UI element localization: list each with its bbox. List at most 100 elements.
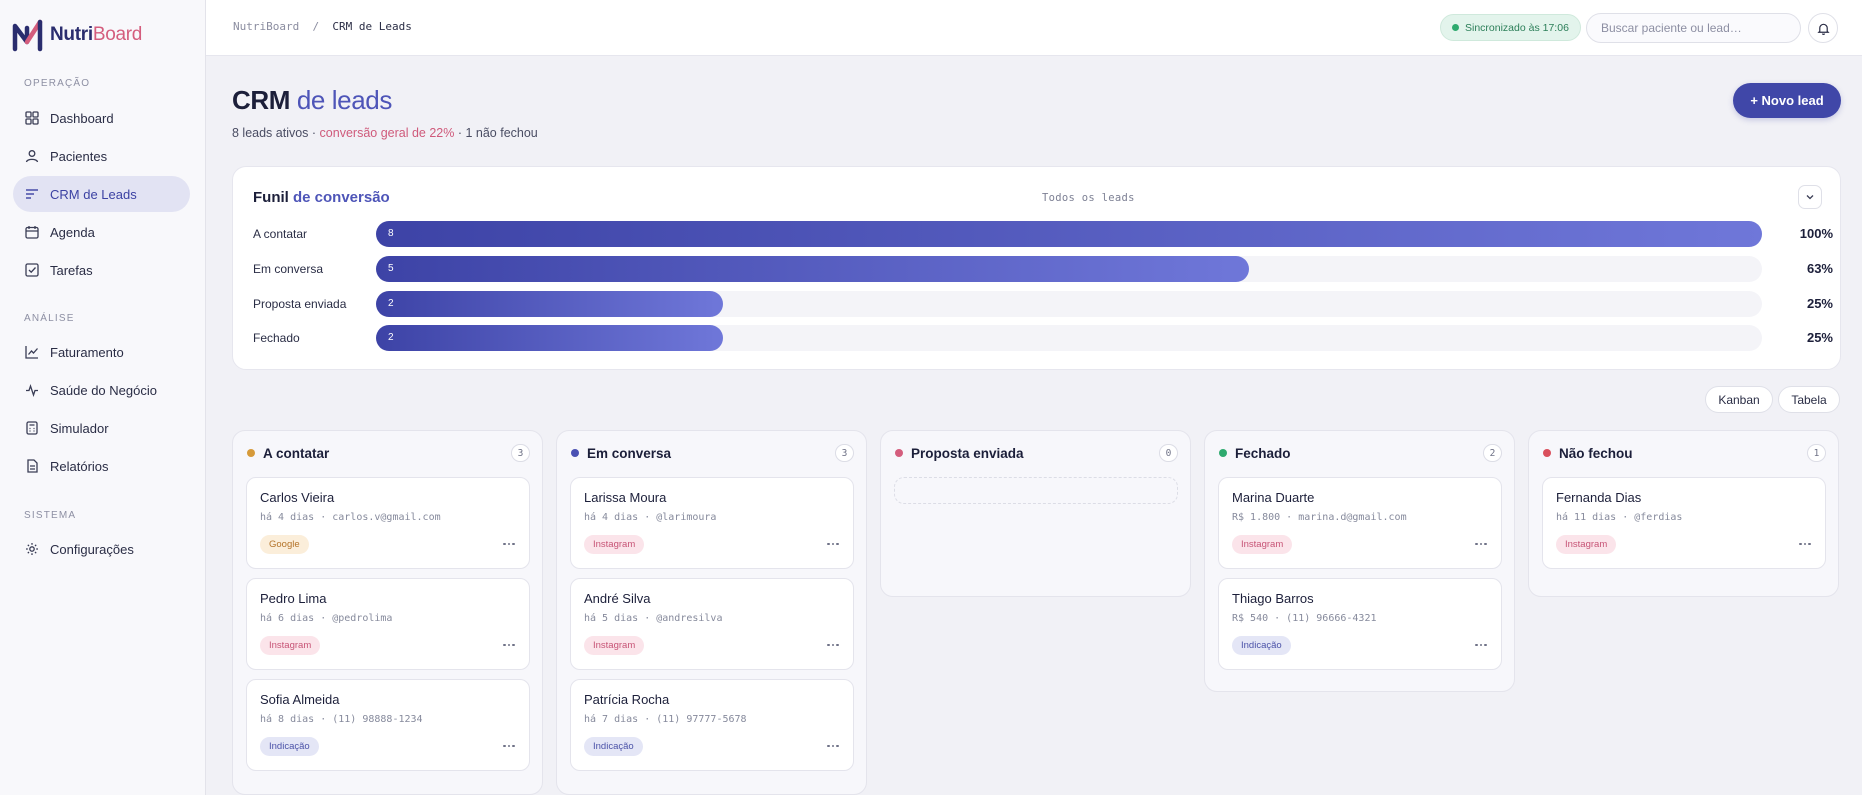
lead-card[interactable]: Fernanda Dias há 11 dias · @ferdias Inst… (1542, 477, 1826, 569)
column-count-badge: 3 (835, 444, 854, 462)
more-options-icon[interactable] (1473, 538, 1489, 550)
lead-meta: R$ 1.800 · marina.d@gmail.com (1232, 512, 1407, 523)
sidebar-item-label: Saúde do Negócio (50, 382, 157, 398)
more-options-icon[interactable] (1473, 639, 1489, 651)
view-kanban-button[interactable]: Kanban (1705, 386, 1773, 413)
sidebar-item-label: Relatórios (50, 458, 109, 474)
column-title: Não fechou (1559, 445, 1633, 461)
funnel-stage-row: Em conversa 5 63% (253, 256, 1833, 282)
lead-name: Larissa Moura (584, 490, 667, 505)
funnel-stage-percent: 63% (1806, 261, 1833, 276)
funnel-stage-bar: 5 (376, 256, 1250, 282)
breadcrumb-separator: / (312, 20, 320, 33)
user-icon (24, 149, 39, 164)
lead-card[interactable]: Patrícia Rocha há 7 dias · (11) 97777-56… (570, 679, 854, 771)
sidebar-item-relatorios[interactable]: Relatórios (13, 448, 190, 484)
more-options-icon[interactable] (825, 740, 841, 752)
more-options-icon[interactable] (1797, 538, 1813, 550)
column-status-dot (895, 449, 903, 457)
calculator-icon (24, 421, 39, 436)
lead-source-badge: Indicação (1232, 636, 1291, 655)
kanban-column-em-conversa: Em conversa 3 Larissa Moura há 4 dias · … (556, 430, 867, 795)
funnel-stage-percent: 25% (1806, 296, 1833, 311)
sidebar-item-dashboard[interactable]: Dashboard (13, 100, 190, 136)
lead-name: Pedro Lima (260, 591, 327, 606)
sidebar-item-crm-de-leads[interactable]: CRM de Leads (13, 176, 190, 212)
funnel-stage-track: 2 (376, 325, 1762, 351)
funnel-stage-bar: 2 (376, 325, 723, 351)
chevron-down-icon (1806, 195, 1814, 200)
funnel-stage-label: Fechado (253, 331, 300, 345)
lead-meta: R$ 540 · (11) 96666-4321 (1232, 613, 1377, 624)
sidebar-item-configuracoes[interactable]: Configurações (13, 531, 190, 567)
lead-card[interactable]: André Silva há 5 dias · @andresilva Inst… (570, 578, 854, 670)
lead-meta: há 5 dias · @andresilva (584, 613, 723, 624)
lead-card[interactable]: Thiago Barros R$ 540 · (11) 96666-4321 I… (1218, 578, 1502, 670)
funnel-stage-label: Proposta enviada (253, 297, 347, 311)
funnel-stage-track: 2 (376, 291, 1762, 317)
column-header: Fechado 2 (1219, 444, 1502, 462)
column-count-badge: 3 (511, 444, 530, 462)
sidebar-item-agenda[interactable]: Agenda (13, 214, 190, 250)
lead-meta: há 11 dias · @ferdias (1556, 512, 1683, 523)
new-lead-button[interactable]: + Novo lead (1733, 83, 1841, 118)
view-table-button[interactable]: Tabela (1778, 386, 1840, 413)
sync-dot-icon (1452, 24, 1459, 31)
sidebar-item-label: Agenda (50, 224, 95, 240)
more-options-icon[interactable] (825, 639, 841, 651)
app-logo[interactable]: NutriBoard (12, 18, 142, 52)
breadcrumb: NutriBoard / CRM de Leads (233, 20, 412, 33)
column-title: Em conversa (587, 445, 672, 461)
sidebar-item-saude-do-negocio[interactable]: Saúde do Negócio (13, 372, 190, 408)
lead-source-badge: Instagram (584, 636, 645, 655)
app-name: NutriBoard (50, 24, 143, 45)
bell-icon (1816, 23, 1830, 35)
column-count-badge: 0 (1159, 444, 1178, 462)
kanban-column-nao-fechou: Não fechou 1 Fernanda Dias há 11 dias · … (1528, 430, 1839, 597)
topbar: NutriBoard / CRM de Leads Sincronizado à… (206, 0, 1862, 56)
funnel-filter-label: Todos os leads (1042, 192, 1135, 204)
funnel-stage-label: Em conversa (253, 262, 324, 276)
lead-meta: há 6 dias · @pedrolima (260, 613, 393, 624)
lead-card[interactable]: Pedro Lima há 6 dias · @pedrolima Instag… (246, 578, 530, 670)
lead-card[interactable]: Larissa Moura há 4 dias · @larimoura Ins… (570, 477, 854, 569)
more-options-icon[interactable] (501, 538, 517, 550)
lead-card[interactable]: Sofia Almeida há 8 dias · (11) 98888-123… (246, 679, 530, 771)
lead-source-badge: Instagram (260, 636, 321, 655)
checkbox-icon (24, 263, 39, 278)
column-status-dot (571, 449, 579, 457)
page-title: CRM de leads (232, 85, 392, 115)
more-options-icon[interactable] (501, 639, 517, 651)
sync-status-badge: Sincronizado às 17:06 (1440, 14, 1581, 41)
funnel-stage-track: 8 (376, 221, 1762, 247)
nav-section-sistema: SISTEMA (24, 510, 77, 521)
more-options-icon[interactable] (501, 740, 517, 752)
lead-name: Thiago Barros (1232, 591, 1314, 606)
search-input[interactable] (1586, 13, 1801, 43)
line-chart-icon (24, 345, 39, 360)
column-header: A contatar 3 (247, 444, 530, 462)
lead-card[interactable]: Marina Duarte R$ 1.800 · marina.d@gmail.… (1218, 477, 1502, 569)
sidebar-item-simulador[interactable]: Simulador (13, 410, 190, 446)
lead-card[interactable]: Carlos Vieira há 4 dias · carlos.v@gmail… (246, 477, 530, 569)
sidebar-item-faturamento[interactable]: Faturamento (13, 334, 190, 370)
sidebar-item-pacientes[interactable]: Pacientes (13, 138, 190, 174)
column-count-badge: 2 (1483, 444, 1502, 462)
lead-name: André Silva (584, 591, 651, 606)
funnel-collapse-button[interactable] (1798, 185, 1822, 209)
more-options-icon[interactable] (825, 538, 841, 550)
sidebar-item-tarefas[interactable]: Tarefas (13, 252, 190, 288)
column-status-dot (247, 449, 255, 457)
breadcrumb-root[interactable]: NutriBoard (233, 20, 299, 33)
lead-source-badge: Indicação (260, 737, 319, 756)
funnel-stage-row: Proposta enviada 2 25% (253, 291, 1833, 317)
sidebar: NutriBoard OPERAÇÃO Dashboard Pacientes … (0, 0, 206, 795)
lead-source-badge: Instagram (584, 535, 645, 554)
column-header: Não fechou 1 (1543, 444, 1826, 462)
lead-name: Sofia Almeida (260, 692, 340, 707)
empty-drop-zone[interactable] (894, 477, 1178, 504)
funnel-stage-label: A contatar (253, 227, 308, 241)
column-title: Proposta enviada (911, 445, 1024, 461)
sidebar-item-label: Dashboard (50, 110, 114, 126)
notifications-button[interactable] (1808, 13, 1838, 43)
